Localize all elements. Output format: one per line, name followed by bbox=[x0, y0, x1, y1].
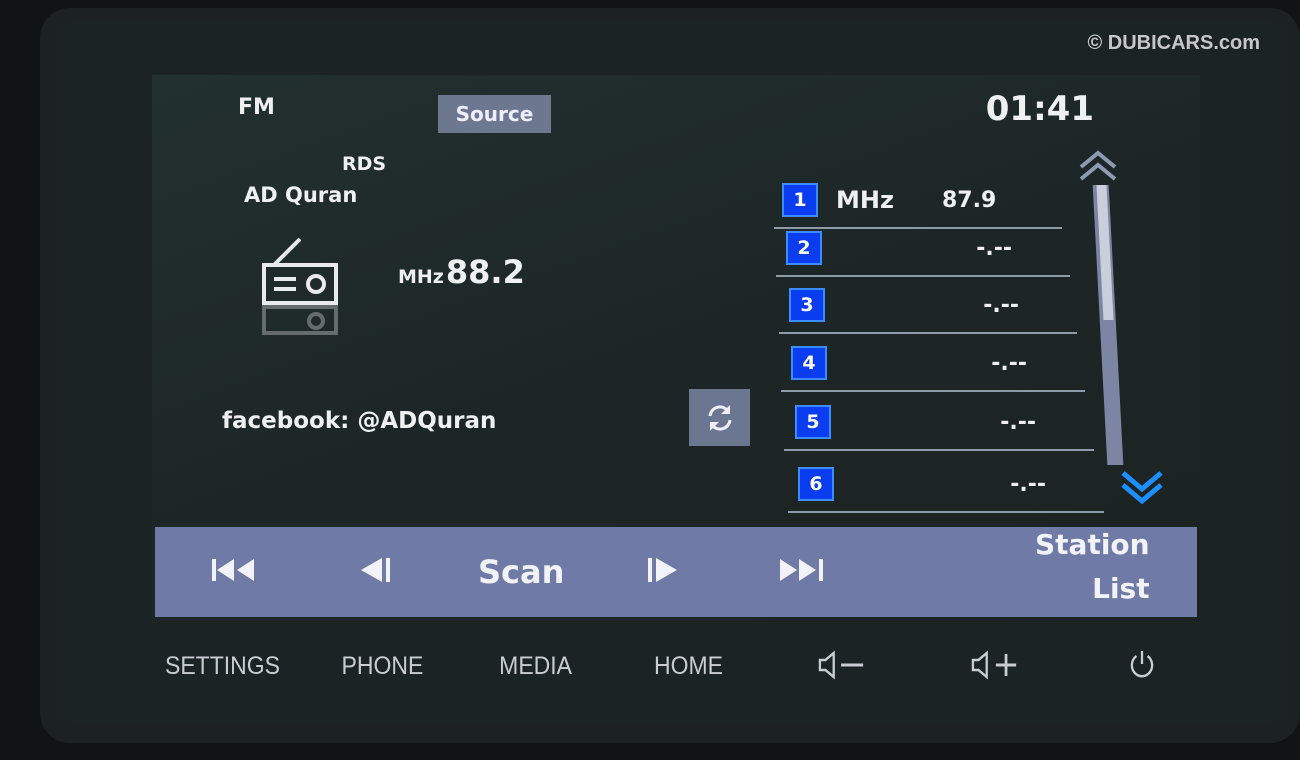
frequency-value: 88.2 bbox=[445, 253, 525, 291]
station-name: AD Quran bbox=[244, 183, 358, 207]
preset-number: 4 bbox=[791, 346, 827, 380]
station-list-label-line1: Station bbox=[1035, 528, 1150, 561]
preset-frequency: 87.9 bbox=[942, 187, 997, 213]
watermark: © DUBICARS.com bbox=[1087, 32, 1260, 54]
radio-text: facebook: @ADQuran bbox=[222, 408, 497, 434]
home-key[interactable]: HOME bbox=[654, 652, 723, 681]
source-button[interactable]: Source bbox=[438, 95, 551, 133]
rds-label: RDS bbox=[342, 153, 387, 175]
step-back-button[interactable] bbox=[358, 556, 394, 588]
preset-number: 2 bbox=[786, 231, 822, 265]
settings-key[interactable]: SETTINGS bbox=[165, 652, 280, 681]
volume-up-key[interactable] bbox=[970, 650, 1020, 687]
refresh-icon bbox=[708, 404, 731, 431]
radio-screen: FM Source 01:41 RDS AD Quran MHz 88.2 fa… bbox=[152, 75, 1200, 620]
scan-button[interactable]: Scan bbox=[478, 553, 564, 591]
preset-number: 5 bbox=[795, 405, 831, 439]
radio-icon bbox=[262, 237, 338, 335]
preset-item-5[interactable]: 5 -.-- bbox=[784, 395, 1094, 451]
step-forward-button[interactable] bbox=[645, 556, 681, 588]
preset-item-4[interactable]: 4 -.-- bbox=[781, 336, 1085, 392]
scroll-up-icon[interactable] bbox=[1078, 149, 1118, 183]
next-track-button[interactable] bbox=[777, 557, 829, 587]
current-frequency: MHz 88.2 bbox=[398, 253, 525, 291]
refresh-button[interactable] bbox=[689, 389, 750, 446]
station-list-label-line2: List bbox=[1092, 572, 1150, 605]
scroll-down-icon[interactable] bbox=[1120, 469, 1164, 509]
phone-key[interactable]: PHONE bbox=[342, 652, 424, 681]
preset-item-6[interactable]: 6 -.-- bbox=[788, 457, 1104, 513]
preset-number: 1 bbox=[782, 183, 818, 217]
preset-frequency: -.-- bbox=[1010, 471, 1046, 497]
preset-number: 6 bbox=[798, 467, 834, 501]
preset-number: 3 bbox=[789, 288, 825, 322]
step-forward-icon bbox=[648, 558, 677, 582]
media-key[interactable]: MEDIA bbox=[499, 652, 572, 681]
step-back-icon bbox=[361, 558, 390, 582]
station-list-button[interactable]: Station List bbox=[1035, 523, 1150, 611]
clock: 01:41 bbox=[985, 89, 1094, 129]
skip-back-icon bbox=[212, 559, 254, 581]
volume-down-icon bbox=[818, 650, 864, 680]
preset-frequency: -.-- bbox=[991, 350, 1027, 376]
previous-track-button[interactable] bbox=[210, 557, 258, 587]
band-label: FM bbox=[238, 95, 275, 120]
power-key[interactable] bbox=[1127, 648, 1156, 687]
volume-up-icon bbox=[971, 650, 1017, 680]
skip-forward-icon bbox=[780, 559, 823, 581]
preset-frequency: -.-- bbox=[976, 235, 1012, 261]
preset-frequency: -.-- bbox=[1000, 409, 1036, 435]
playback-control-bar: Scan Station List bbox=[155, 527, 1197, 617]
preset-unit: MHz bbox=[836, 186, 894, 214]
preset-frequency: -.-- bbox=[983, 292, 1019, 318]
preset-item-2[interactable]: 2 -.-- bbox=[776, 221, 1070, 277]
frequency-unit: MHz bbox=[398, 266, 444, 288]
preset-item-3[interactable]: 3 -.-- bbox=[779, 278, 1077, 334]
power-icon bbox=[1130, 651, 1154, 678]
volume-down-key[interactable] bbox=[817, 650, 867, 687]
